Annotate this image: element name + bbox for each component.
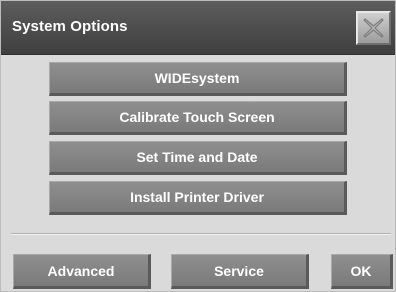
install-printer-driver-button[interactable]: Install Printer Driver (49, 181, 347, 215)
advanced-button-label: Advanced (47, 262, 115, 279)
system-options-dialog: System Options WIDEsystem Calibrate Touc… (0, 0, 396, 292)
advanced-button[interactable]: Advanced (13, 254, 151, 289)
set-time-and-date-button[interactable]: Set Time and Date (49, 141, 347, 175)
widesystem-button[interactable]: WIDEsystem (49, 62, 347, 96)
footer-divider (11, 233, 391, 235)
service-button-label: Service (214, 262, 264, 279)
dialog-title: System Options (12, 18, 128, 35)
ok-button-label: OK (350, 262, 372, 279)
set-time-and-date-button-label: Set Time and Date (136, 149, 258, 165)
close-x-icon (363, 18, 384, 38)
calibrate-touch-screen-button-label: Calibrate Touch Screen (119, 109, 275, 125)
calibrate-touch-screen-button[interactable]: Calibrate Touch Screen (49, 101, 347, 135)
install-printer-driver-button-label: Install Printer Driver (130, 189, 264, 205)
close-button[interactable] (356, 11, 391, 45)
widesystem-button-label: WIDEsystem (154, 70, 240, 86)
ok-button[interactable]: OK (331, 254, 393, 289)
service-button[interactable]: Service (171, 254, 309, 289)
title-bar: System Options (1, 1, 395, 55)
